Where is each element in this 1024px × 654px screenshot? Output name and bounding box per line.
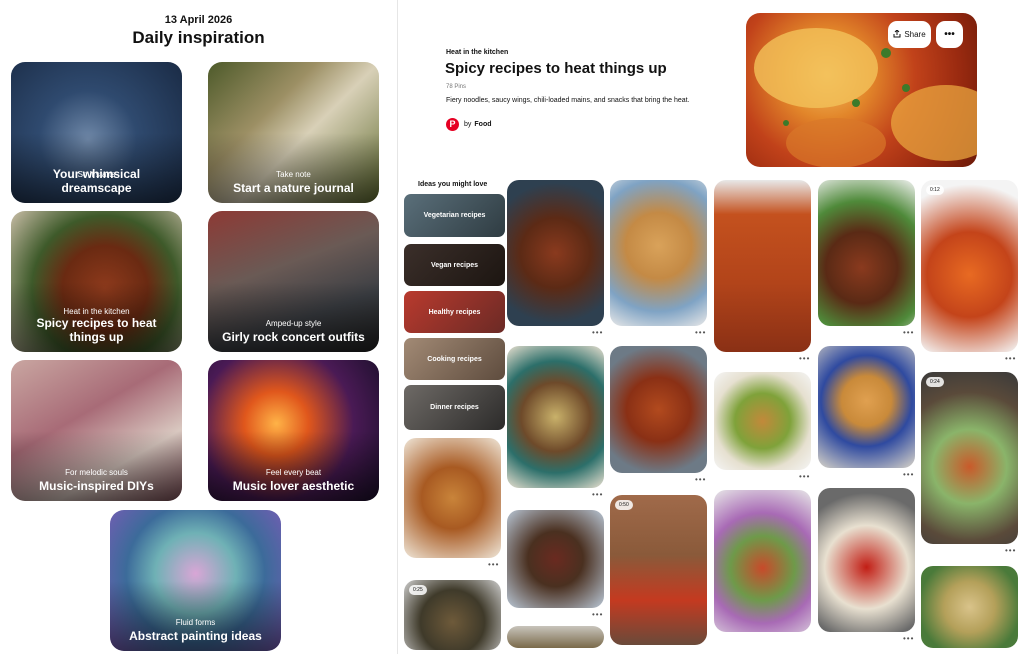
pin-card[interactable] xyxy=(507,510,604,608)
pin-more-icon[interactable]: ••• xyxy=(903,470,914,479)
pin-card[interactable]: 0:24 xyxy=(921,372,1018,544)
date-label: 13 April 2026 xyxy=(164,14,233,26)
card-subtitle: Take note xyxy=(276,170,311,179)
pin-card[interactable] xyxy=(507,180,604,326)
pin-more-icon[interactable]: ••• xyxy=(592,490,603,499)
pin-count: 78 Pins xyxy=(446,84,467,90)
pinterest-logo-icon: P xyxy=(446,117,459,131)
pin-card[interactable] xyxy=(714,372,811,470)
inspiration-card-music-diys[interactable]: For melodic souls Music-inspired DIYs xyxy=(11,360,182,501)
idea-chip-cooking[interactable]: Cooking recipes xyxy=(404,338,505,380)
pin-card[interactable]: 0:25 xyxy=(404,580,501,650)
idea-chip-healthy[interactable]: Healthy recipes xyxy=(404,291,505,333)
pin-more-icon[interactable]: ••• xyxy=(1005,354,1016,363)
card-subtitle: Feel every beat xyxy=(265,468,322,477)
share-label: Share xyxy=(904,30,926,39)
author-name[interactable]: Food xyxy=(474,121,491,128)
card-title: Start a nature journal xyxy=(233,181,354,195)
card-title: Your whimsical dreamscape xyxy=(52,167,141,195)
pin-more-icon[interactable]: ••• xyxy=(592,610,603,619)
pin-card[interactable] xyxy=(818,180,915,326)
idea-chip-dinner[interactable]: Dinner recipes xyxy=(404,385,505,430)
card-subtitle: For melodic souls xyxy=(65,468,128,477)
card-title: Music-inspired DIYs xyxy=(39,479,154,493)
pin-card[interactable] xyxy=(610,346,707,473)
idea-chip-vegan[interactable]: Vegan recipes xyxy=(404,244,505,286)
card-subtitle: Heat in the kitchen xyxy=(63,307,130,316)
pin-more-icon[interactable]: ••• xyxy=(695,475,706,484)
board-kicker: Heat in the kitchen xyxy=(446,49,509,56)
pin-card[interactable] xyxy=(404,438,501,558)
pin-card[interactable] xyxy=(714,490,811,632)
pin-card[interactable] xyxy=(610,180,707,326)
share-button[interactable]: Share xyxy=(888,21,931,48)
board-title: Spicy recipes to heat things up xyxy=(445,60,667,77)
inspiration-card-dreamscape[interactable]: So it starts Your whimsical dreamscape xyxy=(11,62,182,203)
daily-inspiration-panel: 13 April 2026 Daily inspiration So it st… xyxy=(0,0,398,654)
share-icon xyxy=(893,28,901,40)
inspiration-card-abstract-painting[interactable]: Fluid forms Abstract painting ideas xyxy=(110,510,281,651)
card-title: Spicy recipes to heat things up xyxy=(36,316,157,344)
card-subtitle: Amped-up style xyxy=(265,319,322,328)
inspiration-card-spicy-recipes[interactable]: Heat in the kitchen Spicy recipes to hea… xyxy=(11,211,182,352)
video-duration-badge: 0:25 xyxy=(409,585,427,595)
pin-card[interactable] xyxy=(818,346,915,468)
idea-chip-vegetarian[interactable]: Vegetarian recipes xyxy=(404,194,505,237)
card-title: Music lover aesthetic xyxy=(232,479,355,493)
pin-card[interactable] xyxy=(714,180,811,352)
pin-card[interactable] xyxy=(507,626,604,648)
pin-more-icon[interactable]: ••• xyxy=(695,328,706,337)
card-title: Girly rock concert outfits xyxy=(222,330,365,344)
video-duration-badge: 0:24 xyxy=(926,377,944,387)
by-label: by xyxy=(464,120,472,128)
pin-card[interactable]: 0:50 xyxy=(610,495,707,645)
card-subtitle: Fluid forms xyxy=(175,618,216,627)
inspiration-card-nature-journal[interactable]: Take note Start a nature journal xyxy=(208,62,379,203)
pin-more-icon[interactable]: ••• xyxy=(903,634,914,643)
pin-more-icon[interactable]: ••• xyxy=(1005,546,1016,555)
pin-more-icon[interactable]: ••• xyxy=(799,354,810,363)
pin-card[interactable] xyxy=(921,566,1018,648)
pin-more-icon[interactable]: ••• xyxy=(488,560,499,569)
pin-card[interactable]: 0:12 xyxy=(921,180,1018,352)
inspiration-card-music-aesthetic[interactable]: Feel every beat Music lover aesthetic xyxy=(208,360,379,501)
page-title: Daily inspiration xyxy=(132,28,265,47)
board-description: Fiery noodles, saucy wings, chili-loaded… xyxy=(446,97,690,104)
pin-card[interactable] xyxy=(818,488,915,632)
video-duration-badge: 0:12 xyxy=(926,185,944,195)
author-byline[interactable]: P by Food xyxy=(446,116,492,132)
pin-card[interactable] xyxy=(507,346,604,488)
ideas-heading: Ideas you might love xyxy=(418,181,488,188)
more-options-button[interactable]: ••• xyxy=(936,21,963,48)
card-title: Abstract painting ideas xyxy=(129,629,262,643)
pin-more-icon[interactable]: ••• xyxy=(903,328,914,337)
inspiration-card-rock-outfits[interactable]: Amped-up style Girly rock concert outfit… xyxy=(208,211,379,352)
video-duration-badge: 0:50 xyxy=(615,500,633,510)
pin-more-icon[interactable]: ••• xyxy=(592,328,603,337)
pin-more-icon[interactable]: ••• xyxy=(799,472,810,481)
